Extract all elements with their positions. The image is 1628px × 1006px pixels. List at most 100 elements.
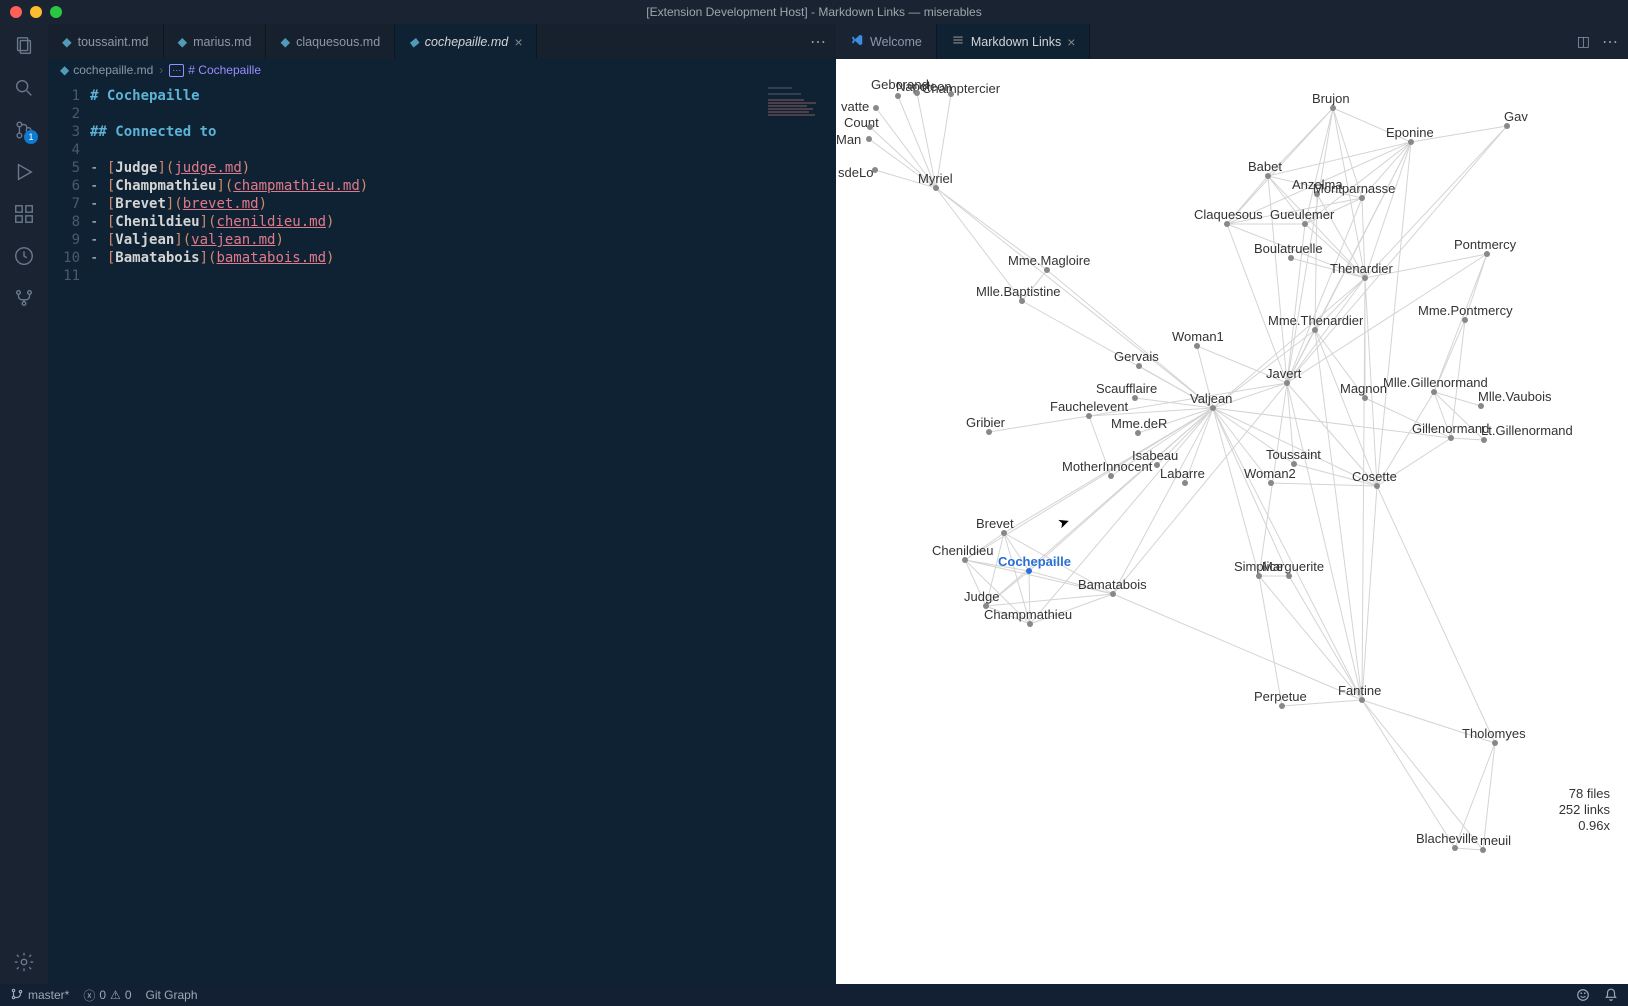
settings-gear-icon[interactable] xyxy=(12,950,36,974)
tab-label: claquesous.md xyxy=(296,35,380,49)
code-line[interactable]: - [Valjean](valjean.md) xyxy=(90,231,368,249)
graph-node-motherinnocent[interactable]: MotherInnocent xyxy=(1062,459,1152,474)
graph-node-cosette[interactable]: Cosette xyxy=(1352,469,1397,484)
graph-node-labarre[interactable]: Labarre xyxy=(1160,466,1205,481)
node-label: Thenardier xyxy=(1330,261,1393,276)
code-editor[interactable]: 1234567891011 # Cochepaille## Connected … xyxy=(48,81,836,984)
code-line[interactable]: - [Judge](judge.md) xyxy=(90,159,368,177)
graph-node-tholomyes[interactable]: Tholomyes xyxy=(1462,726,1526,741)
graph-node-count[interactable]: Count xyxy=(844,115,879,130)
explorer-icon[interactable] xyxy=(12,34,36,58)
status-problems[interactable]: ⓧ 0 ⚠ 0 xyxy=(83,987,131,1004)
graph-node-eponine[interactable]: Eponine xyxy=(1386,125,1434,140)
node-dot-icon xyxy=(1359,195,1365,201)
graph-node-mlle-vaubois[interactable]: Mlle.Vaubois xyxy=(1478,389,1551,404)
code-line[interactable]: - [Chenildieu](chenildieu.md) xyxy=(90,213,368,231)
tab-markdown-links[interactable]: Markdown Links× xyxy=(937,24,1091,59)
graph-node-champmathieu[interactable]: Champmathieu xyxy=(984,607,1072,622)
tab-cochepaille[interactable]: ◆cochepaille.md× xyxy=(395,24,537,59)
code-line[interactable]: # Cochepaille xyxy=(90,87,368,105)
status-branch[interactable]: master* xyxy=(10,987,69,1004)
code-line[interactable]: - [Brevet](brevet.md) xyxy=(90,195,368,213)
graph-node-fauchelevent[interactable]: Fauchelevent xyxy=(1050,399,1128,414)
graph-node-blacheville[interactable]: Blacheville xyxy=(1416,831,1478,846)
graph-node-gav[interactable]: Gav xyxy=(1504,109,1528,124)
graph-node-mme-magloire[interactable]: Mme.Magloire xyxy=(1008,253,1090,268)
graph-node-magnon[interactable]: Magnon xyxy=(1340,381,1387,396)
graph-node-sdelo[interactable]: sdeLo xyxy=(838,165,873,180)
code-line[interactable] xyxy=(90,105,368,123)
graph-node-fantine[interactable]: Fantine xyxy=(1338,683,1381,698)
graph-node-pontmercy[interactable]: Pontmercy xyxy=(1454,237,1516,252)
code-line[interactable]: ## Connected to xyxy=(90,123,368,141)
graph-node-meuil[interactable]: meuil xyxy=(1480,833,1511,848)
node-dot-icon xyxy=(1132,395,1138,401)
graph-node-myriel[interactable]: Myriel xyxy=(918,171,953,186)
graph-node-brevet[interactable]: Brevet xyxy=(976,516,1014,531)
graph-node-mme-thenardier[interactable]: Mme.Thenardier xyxy=(1268,313,1363,328)
extensions-icon[interactable] xyxy=(12,202,36,226)
graph-node-woman2[interactable]: Woman2 xyxy=(1244,466,1296,481)
tab-marius[interactable]: ◆marius.md xyxy=(164,24,267,59)
graph-node-woman1[interactable]: Woman1 xyxy=(1172,329,1224,344)
markdown-links-graph[interactable]: 78 files 252 links 0.96x ➤ GeborandNapol… xyxy=(836,59,1628,984)
window-close-button[interactable] xyxy=(10,6,22,18)
graph-node-gueulemer[interactable]: Gueulemer xyxy=(1270,207,1334,222)
timeline-icon[interactable] xyxy=(12,244,36,268)
code-line[interactable] xyxy=(90,141,368,159)
window-maximize-button[interactable] xyxy=(50,6,62,18)
editor-more-icon[interactable]: ⋯ xyxy=(1602,32,1618,52)
graph-node-toussaint[interactable]: Toussaint xyxy=(1266,447,1321,462)
graph-node-scaufflaire[interactable]: Scaufflaire xyxy=(1096,381,1157,396)
graph-node-javert[interactable]: Javert xyxy=(1266,366,1301,381)
graph-node-cochepaille[interactable]: Cochepaille xyxy=(998,554,1071,569)
search-icon[interactable] xyxy=(12,76,36,100)
graph-node-man[interactable]: Man xyxy=(836,132,861,147)
graph-node-mme-der[interactable]: Mme.deR xyxy=(1111,416,1167,431)
editor-more-icon[interactable]: ⋯ xyxy=(810,32,826,52)
graph-node-marguerite[interactable]: Marguerite xyxy=(1262,559,1324,574)
graph-node-valjean[interactable]: Valjean xyxy=(1190,391,1232,406)
source-control-icon[interactable]: 1 xyxy=(12,118,36,142)
graph-node-montparnasse[interactable]: Montparnasse xyxy=(1313,181,1395,196)
split-editor-icon[interactable]: ◫ xyxy=(1577,33,1590,50)
status-feedback-icon[interactable] xyxy=(1576,988,1590,1002)
tab-toussaint[interactable]: ◆toussaint.md xyxy=(48,24,164,59)
graph-node-claquesous[interactable]: Claquesous xyxy=(1194,207,1263,222)
node-dot-icon xyxy=(873,105,879,111)
graph-node-judge[interactable]: Judge xyxy=(964,589,999,604)
right-tab-bar: WelcomeMarkdown Links× ◫ ⋯ xyxy=(836,24,1628,59)
graph-node-champtercier[interactable]: Champtercier xyxy=(922,81,1000,96)
close-icon[interactable]: × xyxy=(514,34,522,50)
tab-claquesous[interactable]: ◆claquesous.md xyxy=(266,24,395,59)
git-branches-icon[interactable] xyxy=(12,286,36,310)
graph-node-perpetue[interactable]: Perpetue xyxy=(1254,689,1307,704)
graph-node-vatte[interactable]: vatte xyxy=(841,99,869,114)
node-dot-icon xyxy=(866,136,872,142)
minimap[interactable] xyxy=(768,87,828,117)
node-dot-icon xyxy=(1291,461,1297,467)
graph-node-gervais[interactable]: Gervais xyxy=(1114,349,1159,364)
graph-node-babet[interactable]: Babet xyxy=(1248,159,1282,174)
window-minimize-button[interactable] xyxy=(30,6,42,18)
graph-node-mlle-baptistine[interactable]: Mlle.Baptistine xyxy=(976,284,1061,299)
close-icon[interactable]: × xyxy=(1067,34,1075,50)
graph-node-bamatabois[interactable]: Bamatabois xyxy=(1078,577,1147,592)
graph-node-brujon[interactable]: Brujon xyxy=(1312,91,1350,106)
graph-node-gribier[interactable]: Gribier xyxy=(966,415,1005,430)
graph-node-boulatruelle[interactable]: Boulatruelle xyxy=(1254,241,1323,256)
graph-node-chenildieu[interactable]: Chenildieu xyxy=(932,543,993,558)
graph-node-mme-pontmercy[interactable]: Mme.Pontmercy xyxy=(1418,303,1513,318)
code-line[interactable]: - [Bamatabois](bamatabois.md) xyxy=(90,249,368,267)
graph-node-mlle-gillenormand[interactable]: Mlle.Gillenormand xyxy=(1383,375,1488,390)
status-bell-icon[interactable] xyxy=(1604,988,1618,1002)
code-line[interactable] xyxy=(90,267,368,285)
tab-welcome[interactable]: Welcome xyxy=(836,24,937,59)
graph-node-thenardier[interactable]: Thenardier xyxy=(1330,261,1393,276)
run-debug-icon[interactable] xyxy=(12,160,36,184)
graph-node-gillenormand[interactable]: Gillenormand xyxy=(1412,421,1489,436)
graph-node-lt-gillenormand[interactable]: Lt.Gillenormand xyxy=(1481,423,1573,438)
status-git-graph[interactable]: Git Graph xyxy=(146,988,198,1002)
breadcrumbs[interactable]: ◆ cochepaille.md › ⋯ # Cochepaille xyxy=(48,59,836,81)
code-line[interactable]: - [Champmathieu](champmathieu.md) xyxy=(90,177,368,195)
